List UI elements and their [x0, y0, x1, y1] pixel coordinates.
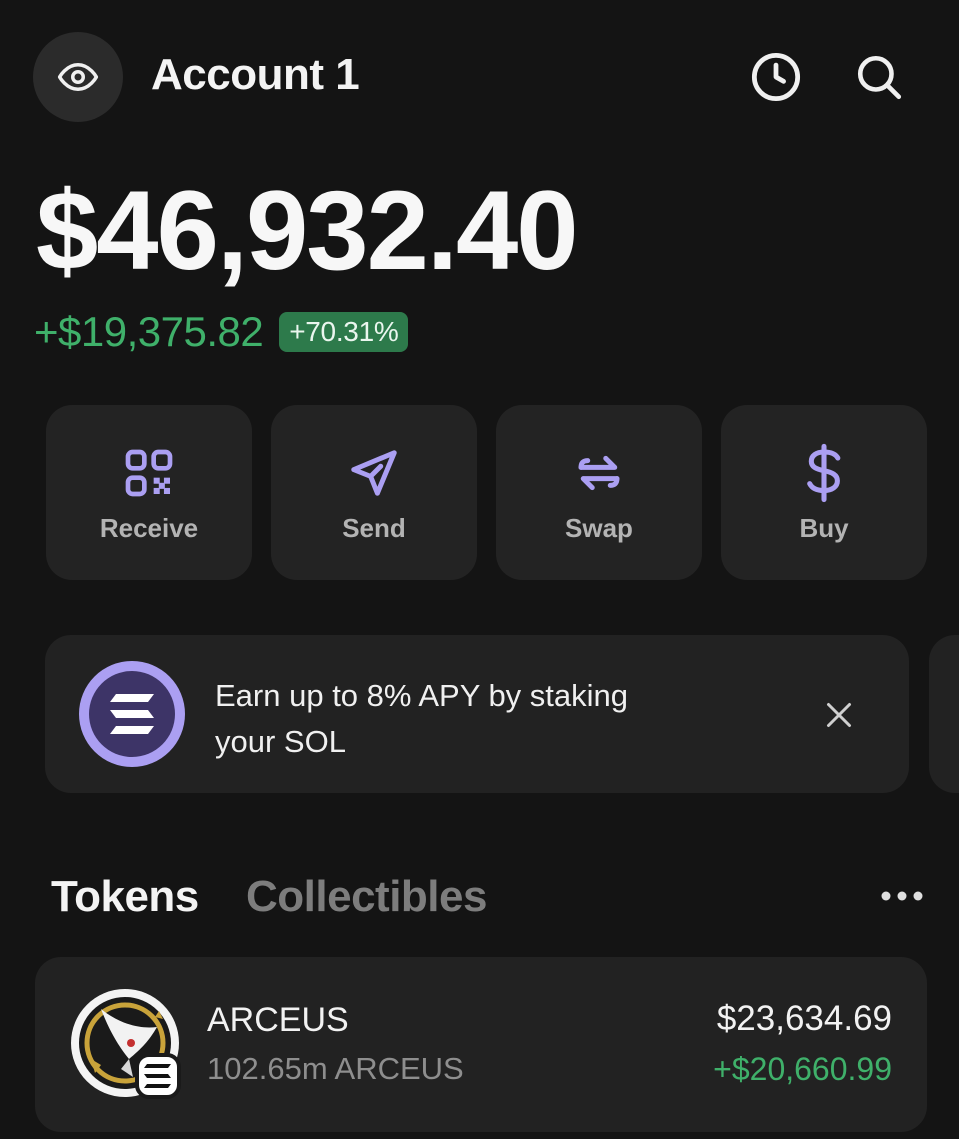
- more-options-button[interactable]: [878, 884, 926, 908]
- history-icon: [751, 52, 801, 102]
- swap-button[interactable]: Swap: [496, 405, 702, 580]
- search-icon: [857, 55, 902, 100]
- token-amount: 102.65m ARCEUS: [207, 1051, 464, 1086]
- pnl-row: +$19,375.82 +70.31%: [34, 308, 409, 356]
- swap-label: Swap: [565, 513, 633, 543]
- token-value: $23,634.69: [716, 999, 892, 1038]
- send-button[interactable]: Send: [271, 405, 477, 580]
- promo-text-line2: your SOL: [215, 724, 346, 759]
- token-name: ARCEUS: [207, 1001, 349, 1039]
- promo-text: Earn up to 8% APY by staking your SOL: [215, 673, 735, 765]
- receive-label: Receive: [99, 513, 199, 543]
- tab-collectibles[interactable]: Collectibles: [246, 872, 487, 922]
- qr-code-icon: [119, 443, 179, 503]
- eye-icon: [57, 63, 99, 91]
- token-avatar: [71, 989, 181, 1099]
- receive-button[interactable]: Receive: [46, 405, 252, 580]
- buy-button[interactable]: Buy: [721, 405, 927, 580]
- solana-icon: [79, 661, 185, 767]
- tab-tokens[interactable]: Tokens: [51, 872, 199, 922]
- dollar-icon: [794, 443, 854, 503]
- close-promo-button[interactable]: [821, 697, 857, 733]
- pnl-amount: +$19,375.82: [34, 308, 264, 355]
- send-icon: [344, 443, 404, 503]
- account-name[interactable]: Account 1: [151, 50, 360, 100]
- token-row[interactable]: ARCEUS 102.65m ARCEUS $23,634.69 +$20,66…: [35, 957, 927, 1132]
- token-change: +$20,660.99: [713, 1051, 892, 1087]
- close-icon: [827, 703, 851, 727]
- buy-label: Buy: [799, 513, 849, 543]
- history-button[interactable]: [748, 49, 804, 105]
- pnl-percent-badge: +70.31%: [279, 312, 409, 352]
- hide-balance-button[interactable]: [33, 32, 123, 122]
- staking-promo-card[interactable]: Earn up to 8% APY by staking your SOL: [45, 635, 909, 793]
- swap-icon: [569, 443, 629, 503]
- promo-text-line1: Earn up to 8% APY by staking: [215, 678, 629, 713]
- send-label: Send: [342, 513, 406, 543]
- total-balance: $46,932.40: [36, 168, 579, 293]
- more-icon: [881, 891, 923, 901]
- next-promo-card[interactable]: [929, 635, 959, 793]
- search-button[interactable]: [851, 49, 907, 105]
